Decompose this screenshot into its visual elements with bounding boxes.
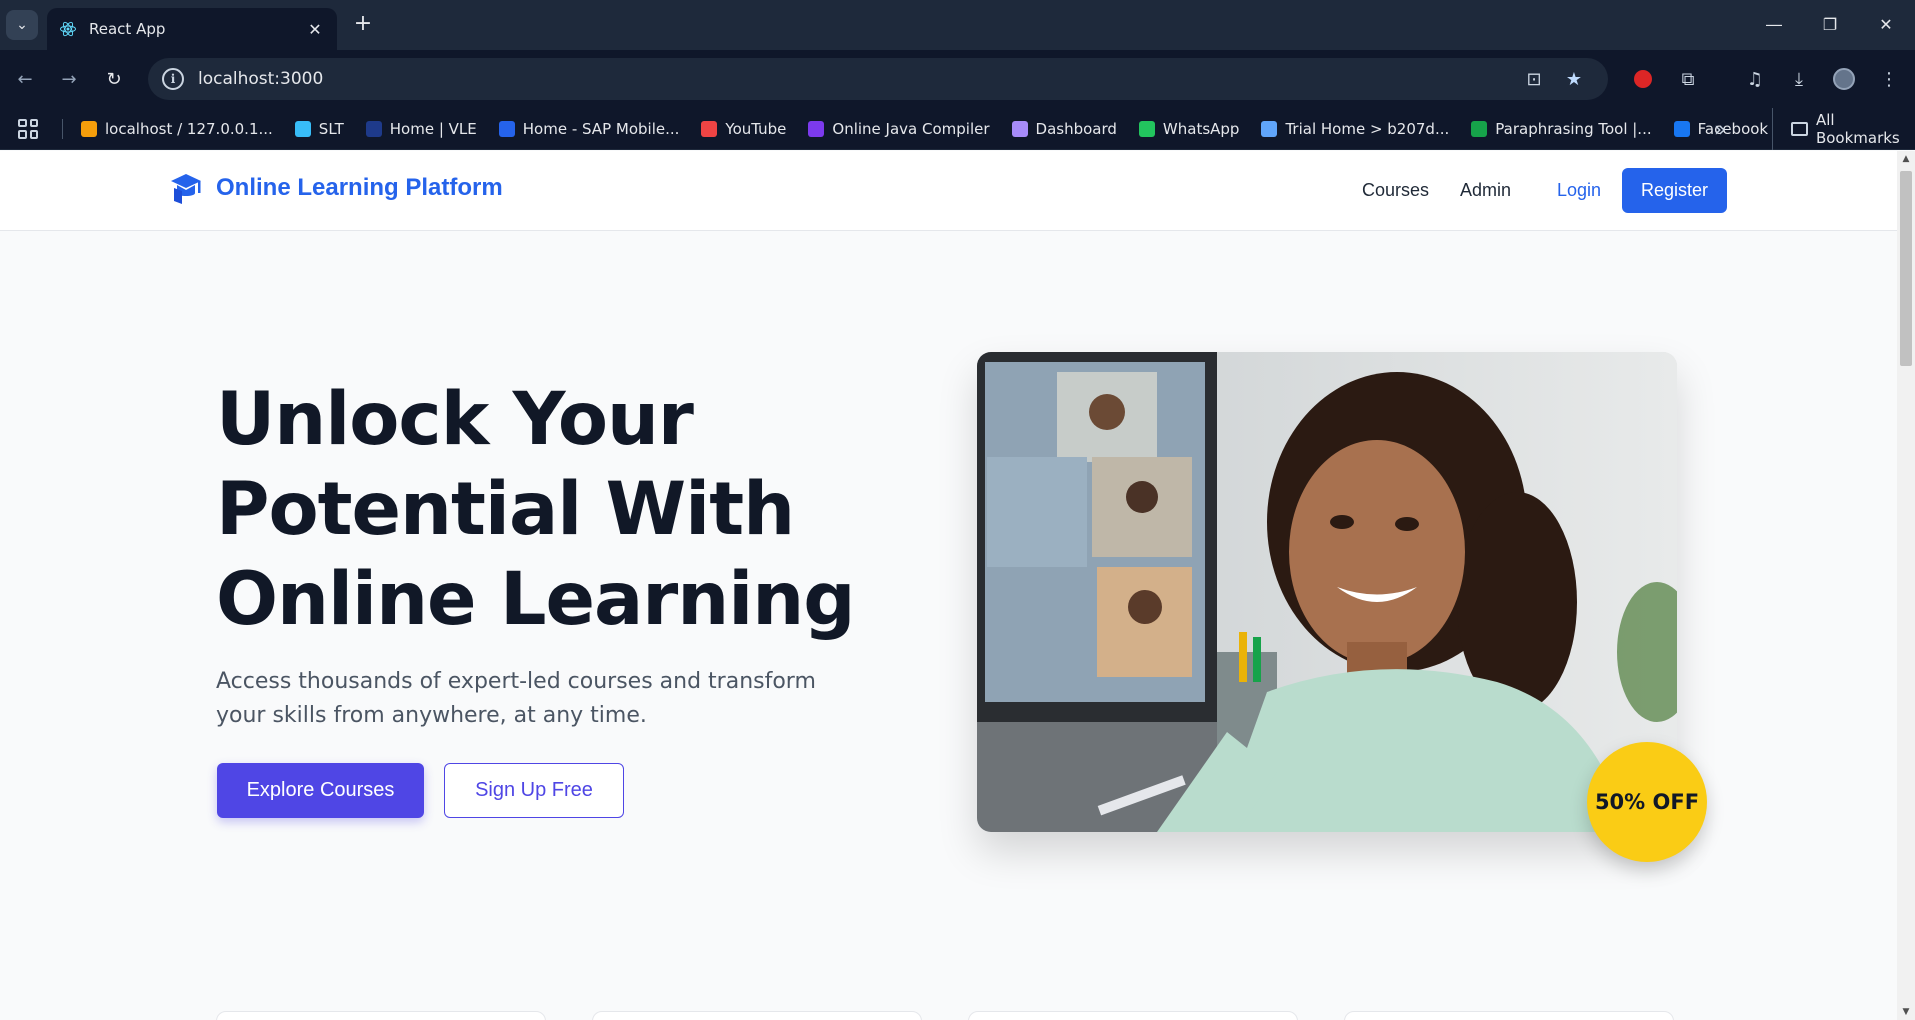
scrollbar-thumb[interactable] — [1900, 171, 1912, 366]
hero-student-image — [977, 352, 1677, 832]
bookmark-label: SLT — [318, 119, 344, 138]
bookmark-label: YouTube — [725, 119, 787, 138]
bookmark-list: localhost / 127.0.0.1... SLT Home | VLE Hom… — [81, 120, 1790, 138]
bookmark-favicon-icon — [294, 120, 311, 137]
bookmark-favicon-icon — [1673, 120, 1690, 137]
brand-name: Online Learning Platform — [216, 174, 503, 201]
bookmark-label: Home | VLE — [389, 119, 477, 138]
hero-title-line: Unlock Your — [216, 377, 694, 462]
tab-search-chevron-icon[interactable]: ⌄ — [6, 10, 38, 40]
bookmark-label: Online Java Compiler — [832, 119, 990, 138]
bookmark-favicon-icon — [1138, 120, 1155, 137]
bookmark-item[interactable]: WhatsApp — [1138, 119, 1240, 138]
reload-icon[interactable]: ↻ — [99, 64, 129, 94]
bookmark-star-icon[interactable]: ★ — [1554, 69, 1594, 90]
course-card[interactable] — [592, 1011, 922, 1020]
close-window-icon[interactable]: ✕ — [1866, 8, 1906, 40]
course-card[interactable] — [968, 1011, 1298, 1020]
bookmark-item[interactable]: SLT — [294, 119, 344, 138]
hero-subtitle: Access thousands of expert-led courses a… — [216, 669, 816, 728]
hero-title: Unlock Your Potential With Online Learni… — [216, 375, 856, 645]
hero-illustration — [977, 352, 1677, 832]
restore-icon[interactable]: ❐ — [1810, 8, 1850, 40]
bookmark-item[interactable]: Home | VLE — [365, 119, 477, 138]
bookmark-favicon-icon — [1471, 120, 1488, 137]
react-icon — [59, 20, 77, 38]
bookmark-favicon-icon — [701, 120, 718, 137]
sign-up-free-button[interactable]: Sign Up Free — [444, 763, 624, 818]
install-app-icon[interactable]: ⊡ — [1514, 69, 1554, 90]
bookmark-favicon-icon — [365, 120, 382, 137]
graduation-cap-icon — [171, 174, 201, 204]
new-tab-plus-icon[interactable]: + — [350, 12, 376, 38]
all-bookmarks-button[interactable]: All Bookmarks — [1772, 108, 1915, 150]
more-bookmarks-chevron-icon[interactable]: » — [1714, 108, 1726, 150]
forward-arrow-icon[interactable]: → — [54, 64, 84, 94]
downloads-icon[interactable]: ⤓ — [1784, 64, 1814, 94]
browser-tab-bar: ⌄ React App ✕ + ― ❐ ✕ — [0, 0, 1915, 50]
browser-tab[interactable]: React App ✕ — [47, 8, 337, 50]
folder-icon — [1791, 122, 1808, 136]
hero-title-line: Online Learning — [216, 557, 855, 642]
browser-toolbar: ← → ↻ i localhost:3000 ⊡ ★ ⧉ ♫ ⤓ ⋮ — [0, 50, 1915, 108]
site-navbar: Online Learning Platform Courses Admin L… — [0, 151, 1897, 231]
browser-menu-icon[interactable]: ⋮ — [1874, 64, 1904, 94]
bookmark-favicon-icon — [808, 120, 825, 137]
explore-courses-button[interactable]: Explore Courses — [217, 763, 424, 818]
site-info-icon[interactable]: i — [162, 68, 184, 90]
hero-title-line: Potential With — [216, 467, 795, 552]
register-button[interactable]: Register — [1622, 168, 1727, 213]
tab-close-icon[interactable]: ✕ — [305, 20, 325, 39]
minimize-icon[interactable]: ― — [1754, 8, 1794, 40]
bookmark-item[interactable]: Dashboard — [1011, 119, 1117, 138]
bookmark-favicon-icon — [1261, 120, 1278, 137]
profile-avatar[interactable] — [1829, 64, 1859, 94]
nav-courses-link[interactable]: Courses — [1362, 180, 1429, 201]
nav-admin-link[interactable]: Admin — [1460, 180, 1511, 201]
extension-red-icon[interactable] — [1628, 64, 1658, 94]
bookmark-item[interactable]: Home - SAP Mobile... — [498, 119, 680, 138]
discount-badge: 50% OFF — [1587, 742, 1707, 862]
all-bookmarks-label: All Bookmarks — [1815, 111, 1900, 147]
bookmark-label: Dashboard — [1035, 119, 1117, 138]
nav-login-link[interactable]: Login — [1557, 180, 1601, 201]
url-text[interactable]: localhost:3000 — [198, 69, 1514, 89]
extensions-puzzle-icon[interactable]: ⧉ — [1673, 64, 1703, 94]
bookmark-favicon-icon — [81, 120, 97, 137]
bookmark-label: localhost / 127.0.0.1... — [105, 119, 273, 138]
bookmarks-separator — [62, 118, 63, 139]
course-card[interactable] — [216, 1011, 546, 1020]
page-viewport: Online Learning Platform Courses Admin L… — [0, 151, 1897, 1020]
bookmark-label: Trial Home > b207d... — [1285, 119, 1450, 138]
scroll-up-arrow-icon[interactable]: ▲ — [1897, 151, 1915, 167]
bookmark-favicon-icon — [1011, 120, 1028, 137]
page-scrollbar[interactable]: ▲ ▼ — [1897, 151, 1915, 1020]
course-card[interactable] — [1344, 1011, 1674, 1020]
bookmark-label: Home - SAP Mobile... — [522, 119, 680, 138]
apps-grid-icon[interactable] — [18, 118, 38, 139]
bookmark-item[interactable]: Paraphrasing Tool |... — [1471, 119, 1652, 138]
bookmarks-bar: localhost / 127.0.0.1... SLT Home | VLE Hom… — [0, 108, 1915, 150]
bookmark-favicon-icon — [498, 120, 515, 137]
bookmark-item[interactable]: YouTube — [701, 120, 786, 138]
bookmark-item[interactable]: localhost / 127.0.0.1... — [81, 120, 273, 138]
scroll-down-arrow-icon[interactable]: ▼ — [1897, 1004, 1915, 1020]
tab-title: React App — [89, 20, 166, 38]
bookmark-label: Facebook — [1697, 119, 1769, 138]
address-bar[interactable]: i localhost:3000 ⊡ ★ — [148, 58, 1608, 100]
bookmark-item[interactable]: Online Java Compiler — [808, 119, 990, 138]
back-arrow-icon[interactable]: ← — [10, 64, 40, 94]
brand[interactable]: Online Learning Platform — [170, 171, 503, 205]
bookmark-item[interactable]: Trial Home > b207d... — [1261, 120, 1449, 138]
bookmark-label: WhatsApp — [1162, 119, 1240, 138]
bookmark-label: Paraphrasing Tool |... — [1495, 119, 1652, 138]
media-control-icon[interactable]: ♫ — [1740, 64, 1770, 94]
